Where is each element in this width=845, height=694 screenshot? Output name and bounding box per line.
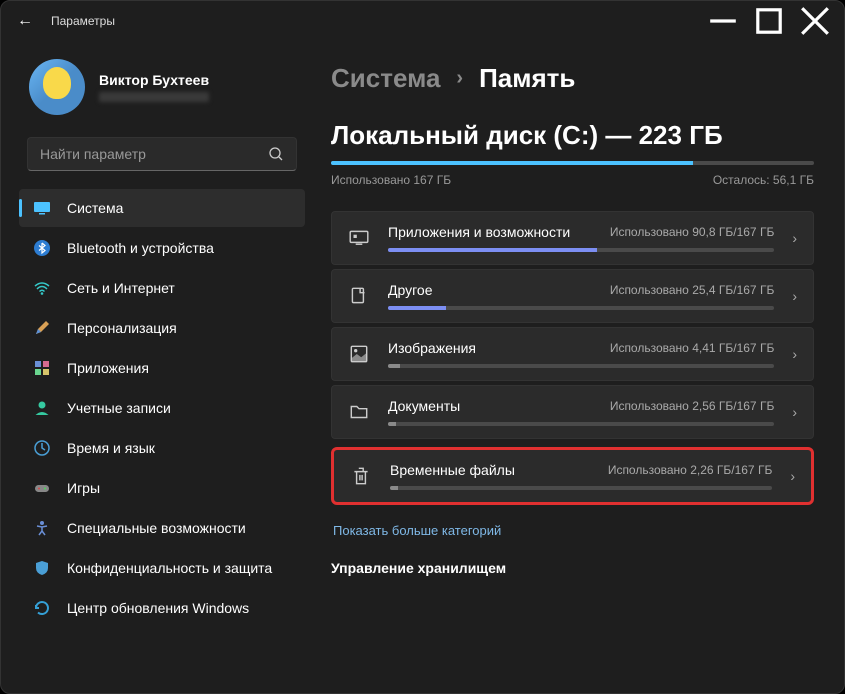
disk-usage-fill [331,161,693,165]
category-images[interactable]: Изображения Использовано 4,41 ГБ/167 ГБ › [331,327,814,381]
category-title: Изображения [388,340,476,356]
category-bar [388,364,774,368]
category-title: Приложения и возможности [388,224,570,240]
nav-list: Система Bluetooth и устройства Сеть и Ин… [19,189,305,627]
category-documents[interactable]: Документы Использовано 2,56 ГБ/167 ГБ › [331,385,814,439]
person-icon [33,399,51,417]
breadcrumb-root[interactable]: Система [331,63,440,94]
chevron-right-icon: › [792,230,797,246]
disk-free-label: Осталось: 56,1 ГБ [713,173,814,187]
window-title: Параметры [51,14,115,28]
chevron-right-icon: › [790,468,795,484]
sidebar-item-label: Специальные возможности [67,520,246,536]
chevron-right-icon: › [792,404,797,420]
search-icon [268,146,284,162]
sidebar-item-label: Система [67,200,123,216]
category-usage: Использовано 2,26 ГБ/167 ГБ [608,463,773,477]
profile-name: Виктор Бухтеев [99,72,209,88]
accessibility-icon [33,519,51,537]
category-bar [388,306,774,310]
category-title: Документы [388,398,460,414]
sidebar-item-label: Игры [67,480,100,496]
wifi-icon [33,279,51,297]
category-usage: Использовано 2,56 ГБ/167 ГБ [610,399,775,413]
close-button[interactable] [792,5,838,37]
sidebar-item-time-language[interactable]: Время и язык [19,429,305,467]
window-controls [700,5,838,37]
sidebar-item-bluetooth[interactable]: Bluetooth и устройства [19,229,305,267]
folder-icon [348,401,370,423]
category-bar [388,248,774,252]
category-usage: Использовано 25,4 ГБ/167 ГБ [610,283,775,297]
category-bar [388,422,774,426]
sidebar-item-accessibility[interactable]: Специальные возможности [19,509,305,547]
sidebar-item-network[interactable]: Сеть и Интернет [19,269,305,307]
search-box[interactable] [27,137,297,171]
sidebar-item-windows-update[interactable]: Центр обновления Windows [19,589,305,627]
sidebar-item-label: Конфиденциальность и защита [67,560,272,576]
category-usage: Использовано 90,8 ГБ/167 ГБ [610,225,775,239]
category-title: Другое [388,282,432,298]
search-input[interactable] [40,146,268,162]
minimize-button[interactable] [700,5,746,37]
sidebar-item-personalization[interactable]: Персонализация [19,309,305,347]
chevron-right-icon: › [456,67,463,90]
file-icon [348,285,370,307]
brush-icon [33,319,51,337]
titlebar: ← Параметры [1,1,844,41]
disk-meta: Использовано 167 ГБ Осталось: 56,1 ГБ [331,173,814,187]
sidebar-item-system[interactable]: Система [19,189,305,227]
sidebar-item-privacy[interactable]: Конфиденциальность и защита [19,549,305,587]
shield-icon [33,559,51,577]
system-icon [33,199,51,217]
sidebar-item-label: Центр обновления Windows [67,600,249,616]
update-icon [33,599,51,617]
image-icon [348,343,370,365]
storage-management-heading: Управление хранилищем [331,560,814,576]
category-temp-files[interactable]: Временные файлы Использовано 2,26 ГБ/167 … [331,447,814,505]
breadcrumb: Система › Память [331,63,814,94]
category-usage: Использовано 4,41 ГБ/167 ГБ [610,341,775,355]
sidebar-item-gaming[interactable]: Игры [19,469,305,507]
category-apps[interactable]: Приложения и возможности Использовано 90,… [331,211,814,265]
sidebar-item-label: Bluetooth и устройства [67,240,214,256]
avatar [29,59,85,115]
main-content: Система › Память Локальный диск (C:) — 2… [311,41,844,693]
sidebar-item-label: Время и язык [67,440,155,456]
category-other[interactable]: Другое Использовано 25,4 ГБ/167 ГБ › [331,269,814,323]
show-more-categories-link[interactable]: Показать больше категорий [333,523,501,538]
settings-window: ← Параметры Виктор Бухтеев [0,0,845,694]
sidebar: Виктор Бухтеев Система Bluetooth и устро… [1,41,311,693]
disk-title: Локальный диск (C:) — 223 ГБ [331,120,814,151]
apps-features-icon [348,227,370,249]
sidebar-item-label: Учетные записи [67,400,171,416]
chevron-right-icon: › [792,346,797,362]
sidebar-item-apps[interactable]: Приложения [19,349,305,387]
back-button[interactable]: ← [7,3,43,39]
apps-icon [33,359,51,377]
disk-usage-bar [331,161,814,165]
clock-globe-icon [33,439,51,457]
breadcrumb-current: Память [479,63,575,94]
sidebar-item-label: Персонализация [67,320,177,336]
trash-icon [350,465,372,487]
chevron-right-icon: › [792,288,797,304]
sidebar-item-label: Приложения [67,360,149,376]
profile-block[interactable]: Виктор Бухтеев [19,51,305,133]
category-bar [390,486,772,490]
category-title: Временные файлы [390,462,515,478]
maximize-button[interactable] [746,5,792,37]
profile-email-redacted [99,92,209,102]
bluetooth-icon [33,239,51,257]
sidebar-item-label: Сеть и Интернет [67,280,175,296]
sidebar-item-accounts[interactable]: Учетные записи [19,389,305,427]
gamepad-icon [33,479,51,497]
disk-used-label: Использовано 167 ГБ [331,173,451,187]
